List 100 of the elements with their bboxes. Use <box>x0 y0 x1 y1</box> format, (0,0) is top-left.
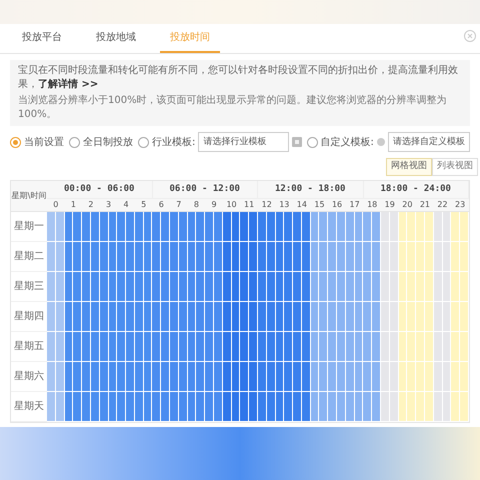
time-slot[interactable] <box>126 362 135 392</box>
time-slot[interactable] <box>284 362 294 392</box>
time-slot[interactable] <box>205 332 214 362</box>
time-slot[interactable] <box>328 302 338 332</box>
time-slot[interactable] <box>249 332 258 362</box>
time-slot[interactable] <box>214 242 223 272</box>
time-slot[interactable] <box>319 212 328 242</box>
template-field[interactable]: 请选择自定义模板 <box>388 132 470 152</box>
time-slot[interactable] <box>205 212 214 242</box>
time-slot[interactable] <box>293 392 302 422</box>
time-slot[interactable] <box>372 272 381 302</box>
time-slot[interactable] <box>196 302 206 332</box>
time-slot[interactable] <box>126 332 135 362</box>
time-slot[interactable] <box>363 212 372 242</box>
time-slot[interactable] <box>240 332 250 362</box>
time-slot[interactable] <box>284 212 294 242</box>
time-slot[interactable] <box>161 212 170 242</box>
time-slot[interactable] <box>73 302 82 332</box>
time-slot[interactable] <box>328 242 338 272</box>
time-slot[interactable] <box>372 242 381 272</box>
info-icon[interactable] <box>292 137 302 147</box>
time-slot[interactable] <box>47 272 56 302</box>
time-slot[interactable] <box>319 392 328 422</box>
time-slot[interactable] <box>328 212 338 242</box>
time-slot[interactable] <box>196 392 206 422</box>
time-slot[interactable] <box>73 212 82 242</box>
view-toggle[interactable]: 网格视图 <box>386 158 432 176</box>
time-slot[interactable] <box>328 332 338 362</box>
time-slot[interactable] <box>126 212 135 242</box>
time-slot[interactable] <box>293 362 302 392</box>
time-slot[interactable] <box>170 332 179 362</box>
time-slot[interactable] <box>47 362 56 392</box>
time-slot[interactable] <box>205 242 214 272</box>
radio-button[interactable] <box>138 136 149 148</box>
time-slot[interactable] <box>240 302 250 332</box>
time-slot[interactable] <box>196 212 206 242</box>
time-slot[interactable] <box>214 332 223 362</box>
time-slot[interactable] <box>293 242 302 272</box>
time-slot[interactable] <box>161 242 170 272</box>
time-slot[interactable] <box>126 272 135 302</box>
time-slot[interactable] <box>73 242 82 272</box>
time-slot[interactable] <box>196 272 206 302</box>
time-slot[interactable] <box>152 272 162 302</box>
time-slot[interactable] <box>284 302 294 332</box>
time-slot[interactable] <box>293 332 302 362</box>
time-slot[interactable] <box>240 272 250 302</box>
time-slot[interactable] <box>196 362 206 392</box>
time-slot[interactable] <box>328 272 338 302</box>
time-slot[interactable] <box>117 242 126 272</box>
time-slot[interactable] <box>372 392 381 422</box>
time-slot[interactable] <box>117 302 126 332</box>
time-slot[interactable] <box>82 332 91 362</box>
time-slot[interactable] <box>249 392 258 422</box>
template-field[interactable]: 请选择行业模板 <box>198 132 288 152</box>
details-link[interactable]: 了解详情 >> <box>38 79 98 90</box>
time-slot[interactable] <box>161 362 170 392</box>
time-slot[interactable] <box>117 362 126 392</box>
time-slot[interactable] <box>328 362 338 392</box>
time-slot[interactable] <box>161 272 170 302</box>
time-slot[interactable] <box>249 362 258 392</box>
time-slot[interactable] <box>284 332 294 362</box>
time-slot[interactable] <box>170 242 179 272</box>
time-slot[interactable] <box>126 242 135 272</box>
time-slot[interactable] <box>240 362 250 392</box>
time-slot[interactable] <box>196 332 206 362</box>
radio-button[interactable] <box>10 136 21 148</box>
time-slot[interactable] <box>73 332 82 362</box>
tab[interactable]: 投放平台 <box>12 30 72 53</box>
time-slot[interactable] <box>363 392 372 422</box>
time-slot[interactable] <box>170 272 179 302</box>
time-slot[interactable] <box>170 362 179 392</box>
time-slot[interactable] <box>205 362 214 392</box>
time-slot[interactable] <box>161 302 170 332</box>
time-slot[interactable] <box>73 362 82 392</box>
time-slot[interactable] <box>126 392 135 422</box>
radio-button[interactable] <box>306 136 318 148</box>
time-slot[interactable] <box>117 212 126 242</box>
time-slot[interactable] <box>161 392 170 422</box>
time-slot[interactable] <box>82 242 91 272</box>
time-slot[interactable] <box>337 362 346 392</box>
time-slot[interactable] <box>82 302 91 332</box>
time-slot[interactable] <box>170 302 179 332</box>
time-slot[interactable] <box>372 302 381 332</box>
time-slot[interactable] <box>73 392 82 422</box>
time-slot[interactable] <box>293 302 302 332</box>
time-slot[interactable] <box>337 212 346 242</box>
time-slot[interactable] <box>205 302 214 332</box>
time-slot[interactable] <box>196 242 206 272</box>
time-slot[interactable] <box>372 362 381 392</box>
time-slot[interactable] <box>249 212 258 242</box>
time-slot[interactable] <box>363 302 372 332</box>
time-slot[interactable] <box>372 212 381 242</box>
time-slot[interactable] <box>240 212 250 242</box>
time-slot[interactable] <box>249 302 258 332</box>
time-slot[interactable] <box>293 272 302 302</box>
time-slot[interactable] <box>47 302 56 332</box>
time-slot[interactable] <box>152 212 162 242</box>
time-slot[interactable] <box>152 332 162 362</box>
time-slot[interactable] <box>363 362 372 392</box>
time-slot[interactable] <box>337 242 346 272</box>
